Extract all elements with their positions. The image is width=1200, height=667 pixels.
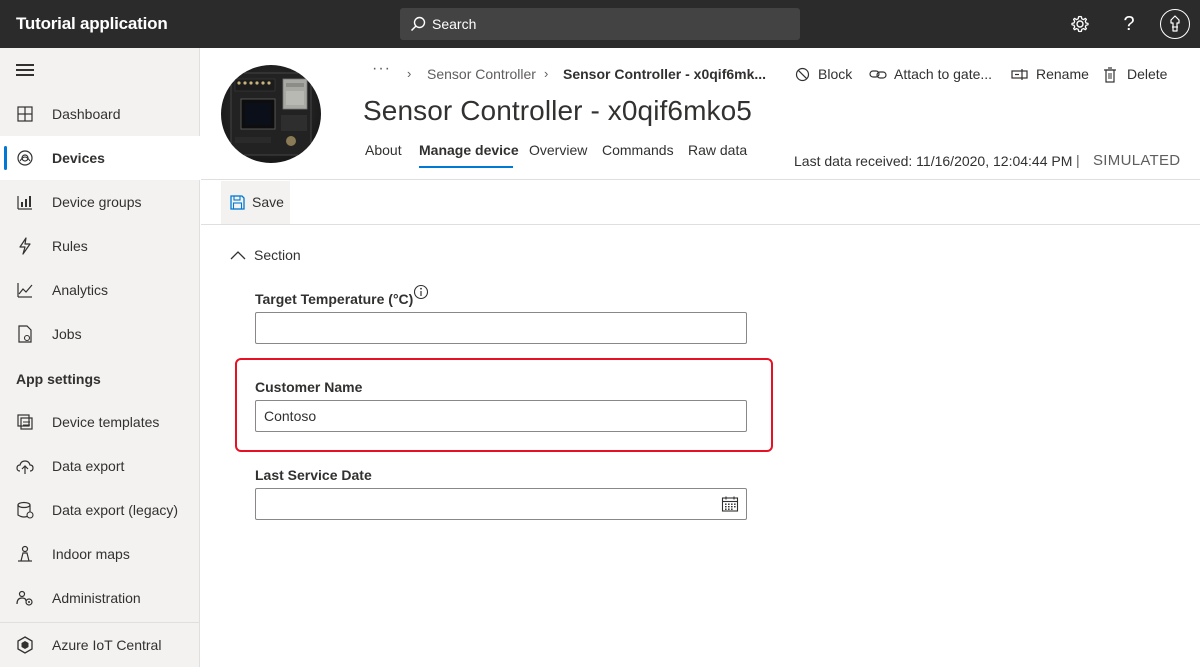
sidebar-item-label: Administration <box>52 590 141 606</box>
last-service-date-label: Last Service Date <box>255 467 372 483</box>
person-map-icon <box>18 545 32 562</box>
tab-about[interactable]: About <box>365 142 402 158</box>
simulated-badge: SIMULATED <box>1093 152 1181 169</box>
save-button[interactable]: Save <box>221 181 290 224</box>
sidebar-item-label: Data export (legacy) <box>52 502 179 518</box>
tab-raw-data[interactable]: Raw data <box>688 142 747 158</box>
sidebar-item-label: Device templates <box>52 414 160 430</box>
sidebar-item-dashboard[interactable]: Dashboard <box>0 92 200 136</box>
chevron-right-icon: › <box>407 66 412 81</box>
customer-name-label: Customer Name <box>255 379 363 395</box>
tab-overview[interactable]: Overview <box>529 142 587 158</box>
device-groups-icon <box>17 196 32 210</box>
last-service-date-input[interactable] <box>255 488 747 520</box>
search-placeholder: Search <box>432 16 477 32</box>
people-gear-icon <box>16 590 33 606</box>
attach-label: Attach to gate... <box>894 66 993 82</box>
sidebar-item-label: Devices <box>52 150 105 166</box>
sidebar-item-label: Dashboard <box>52 106 121 122</box>
top-bar: Tutorial application Search ? <box>0 0 1200 48</box>
jobs-icon <box>18 325 32 343</box>
trash-icon <box>1104 67 1116 83</box>
sidebar-item-devices[interactable]: Devices <box>0 136 200 180</box>
analytics-icon <box>17 283 33 298</box>
target-temperature-label: Target Temperature (°C) <box>255 291 414 307</box>
sidebar-item-indoor-maps[interactable]: Indoor maps <box>0 532 200 576</box>
info-icon[interactable] <box>413 284 429 300</box>
sidebar-item-label: Jobs <box>52 326 82 342</box>
iot-central-logo-icon <box>17 636 33 654</box>
last-data-received: Last data received: 11/16/2020, 12:04:44… <box>794 153 1073 169</box>
sidebar-item-label: Indoor maps <box>52 546 130 562</box>
status-separator: | <box>1076 152 1080 168</box>
sidebar-item-device-groups[interactable]: Device groups <box>0 180 200 224</box>
sidebar: Dashboard Devices Device groups Rules An… <box>0 48 200 667</box>
sidebar-item-label: Rules <box>52 238 88 254</box>
device-templates-icon <box>17 414 33 430</box>
sidebar-item-label: Analytics <box>52 282 109 298</box>
breadcrumb-current: Sensor Controller - x0qif6mk... <box>563 66 767 82</box>
rules-icon <box>19 237 31 255</box>
search-icon <box>410 16 426 32</box>
target-temperature-input[interactable] <box>255 312 747 344</box>
sidebar-item-jobs[interactable]: Jobs <box>0 312 200 356</box>
customer-name-input[interactable] <box>255 400 747 432</box>
help-icon[interactable]: ? <box>1117 12 1141 36</box>
chevron-right-icon: › <box>544 66 549 81</box>
sidebar-section-app-settings: App settings <box>16 371 101 387</box>
active-tab-indicator <box>419 166 513 168</box>
devices-icon <box>17 150 33 166</box>
hamburger-menu-icon[interactable] <box>16 64 34 78</box>
link-icon <box>869 70 887 79</box>
breadcrumb-parent-link[interactable]: Sensor Controller <box>427 66 536 82</box>
sidebar-item-rules[interactable]: Rules <box>0 224 200 268</box>
dashboard-icon <box>17 106 33 122</box>
sidebar-item-data-export[interactable]: Data export <box>0 444 200 488</box>
sidebar-item-analytics[interactable]: Analytics <box>0 268 200 312</box>
user-icon <box>1170 15 1180 32</box>
delete-label: Delete <box>1127 66 1168 82</box>
tab-manage-device[interactable]: Manage device <box>419 142 519 158</box>
sidebar-item-label: Device groups <box>52 194 142 210</box>
sidebar-item-device-templates[interactable]: Device templates <box>0 400 200 444</box>
breadcrumb-more-button[interactable]: ··· <box>372 60 391 78</box>
header-divider <box>201 179 1200 180</box>
save-label: Save <box>252 194 284 210</box>
sidebar-item-administration[interactable]: Administration <box>0 576 200 620</box>
chevron-up-icon <box>230 251 246 260</box>
sidebar-item-data-export-legacy[interactable]: Data export (legacy) <box>0 488 200 532</box>
page-title: Sensor Controller - x0qif6mko5 <box>363 95 752 126</box>
sidebar-item-azure-iot-central[interactable]: Azure IoT Central <box>0 623 200 667</box>
tab-commands[interactable]: Commands <box>602 142 674 158</box>
cloud-export-icon <box>16 460 34 474</box>
calendar-icon[interactable] <box>721 495 739 513</box>
sidebar-item-label: Azure IoT Central <box>52 637 162 653</box>
search-box[interactable]: Search <box>400 8 800 40</box>
toolbar-divider <box>201 224 1200 225</box>
gear-icon[interactable] <box>1068 12 1092 36</box>
rename-icon <box>1011 69 1028 80</box>
block-icon <box>795 67 810 82</box>
device-image <box>221 65 321 163</box>
save-icon <box>230 195 245 210</box>
section-label: Section <box>254 247 301 263</box>
database-icon <box>17 501 34 519</box>
sidebar-item-label: Data export <box>52 458 125 474</box>
rename-label: Rename <box>1036 66 1089 82</box>
block-label: Block <box>818 66 853 82</box>
avatar[interactable] <box>1160 9 1190 39</box>
app-title[interactable]: Tutorial application <box>16 14 168 34</box>
